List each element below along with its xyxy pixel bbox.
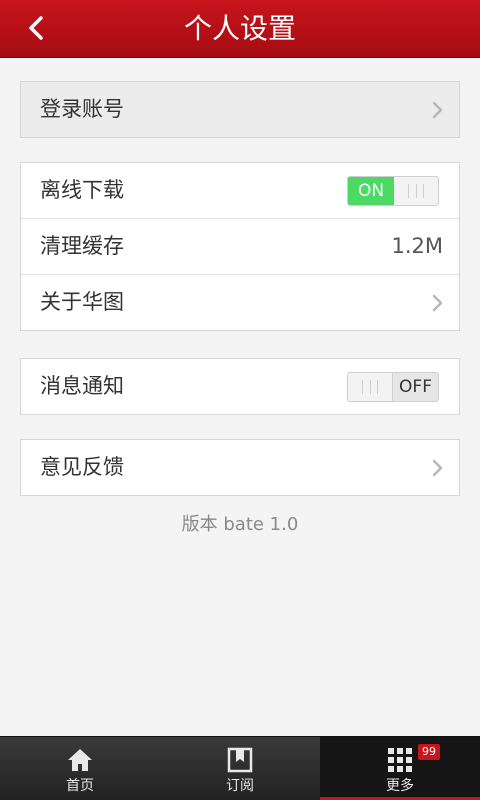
chevron-right-icon xyxy=(432,101,443,119)
book-icon xyxy=(227,747,253,773)
tab-home[interactable]: 首页 xyxy=(0,737,160,800)
login-label: 登录账号 xyxy=(40,97,124,121)
header-bar: 个人设置 xyxy=(0,0,480,58)
notification-label: 消息通知 xyxy=(40,374,124,398)
clear-cache-row[interactable]: 清理缓存 1.2M xyxy=(21,218,459,274)
page-title: 个人设置 xyxy=(183,12,296,45)
toggle-grip xyxy=(362,380,378,394)
notification-row: 消息通知 OFF xyxy=(21,359,459,414)
toggle-off-label: OFF xyxy=(392,373,438,401)
toggle-on-label: ON xyxy=(348,177,394,205)
chevron-right-icon xyxy=(432,294,443,312)
tab-subscribe[interactable]: 订阅 xyxy=(160,737,320,800)
about-row[interactable]: 关于华图 xyxy=(21,274,459,330)
tab-subscribe-label: 订阅 xyxy=(226,778,254,794)
clear-cache-label: 清理缓存 xyxy=(40,234,124,258)
bottom-tab-bar: 首页 订阅 99 更多 xyxy=(0,736,480,800)
notification-toggle[interactable]: OFF xyxy=(347,372,439,402)
feedback-group: 意见反馈 xyxy=(20,439,460,496)
settings-group: 离线下载 ON 清理缓存 1.2M 关于华图 xyxy=(20,162,460,331)
offline-download-row: 离线下载 ON xyxy=(21,163,459,218)
login-row[interactable]: 登录账号 xyxy=(21,82,459,137)
cache-size-value: 1.2M xyxy=(391,234,443,258)
notification-group: 消息通知 OFF xyxy=(20,358,460,415)
tab-more-label: 更多 xyxy=(386,778,414,794)
toggle-grip xyxy=(408,184,424,198)
login-group: 登录账号 xyxy=(20,81,460,138)
offline-download-label: 离线下载 xyxy=(40,178,124,202)
version-text: 版本 bate 1.0 xyxy=(181,514,299,535)
tab-home-label: 首页 xyxy=(66,778,94,794)
tab-more[interactable]: 99 更多 xyxy=(320,737,480,800)
home-icon xyxy=(68,749,92,771)
chevron-right-icon xyxy=(432,459,443,477)
feedback-label: 意见反馈 xyxy=(40,455,124,479)
about-label: 关于华图 xyxy=(40,290,124,314)
feedback-row[interactable]: 意见反馈 xyxy=(21,440,459,495)
notification-badge: 99 xyxy=(418,744,440,760)
offline-download-toggle[interactable]: ON xyxy=(347,176,439,206)
grid-icon xyxy=(388,748,412,772)
